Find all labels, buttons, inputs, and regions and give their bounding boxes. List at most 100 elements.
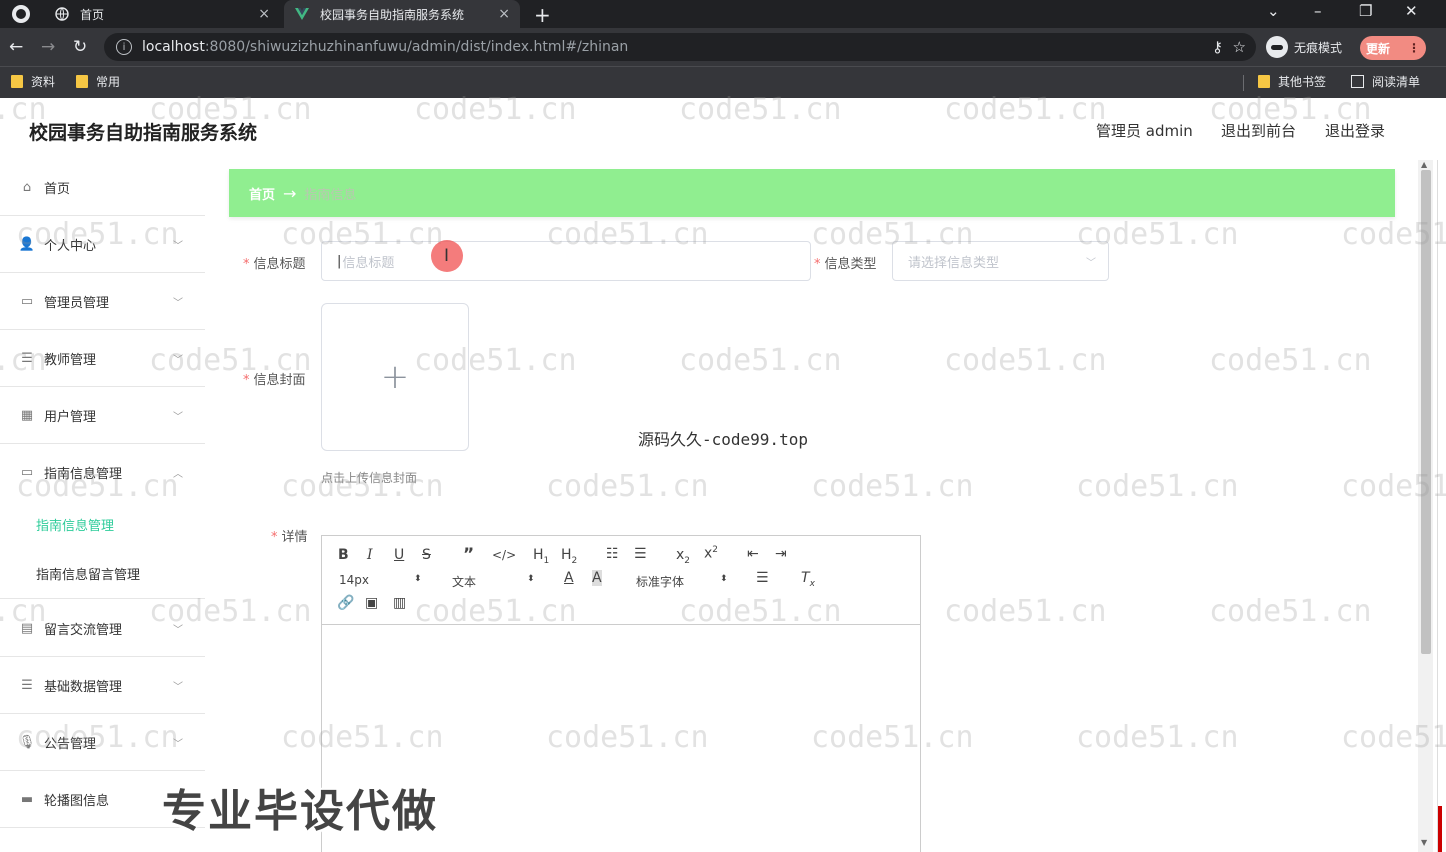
superscript-icon[interactable]: x2	[704, 545, 718, 562]
scroll-up-icon[interactable]: ▲	[1421, 160, 1427, 169]
sidebar-item-users[interactable]: ▦ 用户管理 ﹀	[0, 387, 205, 444]
chevron-down-icon: ﹀	[173, 738, 183, 750]
watermark-text: code51.cn	[944, 343, 1107, 378]
browser-tab-system[interactable]: 校园事务自助指南服务系统 ×	[284, 0, 520, 28]
watermark-text: code51.cn	[679, 343, 842, 378]
cover-uploader[interactable]: +	[321, 303, 469, 451]
h1-icon[interactable]: H1	[533, 547, 549, 566]
reading-list-icon	[1351, 75, 1364, 88]
back-icon[interactable]: ←	[9, 37, 23, 57]
bullet-list-icon[interactable]: ☰	[634, 546, 647, 562]
new-tab-button[interactable]: +	[534, 3, 551, 27]
sidebar-item-guide[interactable]: ▭ 指南信息管理 ︿	[0, 444, 205, 500]
tab-close-icon[interactable]: ×	[498, 6, 510, 22]
browser-toolbar: ← → ↻ i localhost :8080/shiwuzizhuzhinan…	[0, 28, 1446, 66]
video-icon[interactable]: ▥	[393, 595, 406, 611]
type-placeholder: 请选择信息类型	[908, 255, 1000, 271]
code-icon[interactable]: </>	[492, 548, 516, 562]
select-caret-icon: ⬍	[720, 574, 728, 584]
sidebar-item-label: 教师管理	[44, 352, 97, 368]
clear-format-icon[interactable]: Tx	[801, 570, 815, 589]
update-label: 更新	[1365, 41, 1390, 56]
update-button[interactable]: 更新 ⋮	[1360, 36, 1426, 60]
block-type-select[interactable]: 文本	[452, 573, 476, 590]
breadcrumb-home[interactable]: 首页	[249, 184, 275, 203]
admin-icon: ▭	[20, 293, 34, 309]
sidebar-item-teachers[interactable]: ☰ 教师管理 ﹀	[0, 330, 205, 387]
sidebar-item-profile[interactable]: 👤 个人中心 ﹀	[0, 216, 205, 273]
outdent-icon[interactable]: ⇤	[747, 546, 759, 562]
sidebar-item-basedata[interactable]: ☰ 基础数据管理 ﹀	[0, 657, 205, 714]
close-window-icon[interactable]: ✕	[1405, 2, 1418, 20]
incognito-indicator[interactable]: 无痕模式	[1266, 33, 1342, 61]
chrome-menu-icon[interactable]	[12, 5, 30, 23]
guide-icon: ▭	[20, 464, 34, 480]
chevron-up-icon: ︿	[173, 468, 183, 480]
scrollbar-thumb[interactable]	[1421, 170, 1431, 654]
app-title: 校园事务自助指南服务系统	[29, 122, 258, 144]
globe-icon	[54, 6, 70, 22]
watermark-text: code51.cn	[1209, 343, 1372, 378]
italic-icon[interactable]: I	[367, 547, 373, 563]
type-label: * 信息类型	[814, 257, 877, 272]
link-icon[interactable]: 🔗	[337, 595, 354, 611]
browser-tab-home[interactable]: 首页 ×	[44, 0, 280, 28]
watermark-text: code51.cn	[1209, 594, 1372, 629]
sidebar: ⌂ 首页 👤 个人中心 ﹀ ▭ 管理员管理 ﹀ ☰ 教师管理 ﹀ ▦ 用户管理 …	[0, 160, 205, 852]
grid-icon: ▦	[20, 407, 34, 423]
title-input[interactable]: | 信息标题	[321, 241, 811, 281]
tab-close-icon[interactable]: ×	[258, 6, 270, 22]
scroll-down-icon[interactable]: ▼	[1421, 838, 1427, 847]
underline-icon[interactable]: U	[394, 547, 404, 563]
incognito-label: 无痕模式	[1294, 40, 1343, 55]
site-info-icon[interactable]: i	[116, 39, 132, 55]
bookmark-folder[interactable]: 常用	[76, 73, 120, 90]
sidebar-item-home[interactable]: ⌂ 首页	[0, 160, 205, 216]
ordered-list-icon[interactable]: ☷	[606, 546, 619, 562]
font-size-select[interactable]: 14px	[339, 573, 369, 587]
chevron-down-icon: ﹀	[173, 240, 183, 252]
sidebar-item-label: 管理员管理	[44, 295, 110, 311]
list-icon: ☰	[21, 677, 33, 693]
h2-icon[interactable]: H2	[561, 547, 577, 566]
indent-icon[interactable]: ⇥	[775, 546, 787, 562]
url-host: localhost	[142, 39, 205, 55]
exit-to-front-link[interactable]: 退出到前台	[1221, 120, 1296, 141]
sidebar-subitem-guide-info[interactable]: 指南信息管理	[0, 499, 205, 549]
other-bookmarks[interactable]: 其他书签	[1258, 73, 1326, 90]
background-color-icon[interactable]: A	[592, 570, 602, 586]
teacher-icon: ☰	[21, 350, 33, 366]
sidebar-item-notices[interactable]: 🎙 公告管理 ﹀	[0, 714, 205, 771]
app-header: 校园事务自助指南服务系统 管理员 admin 退出到前台 退出登录	[0, 98, 1446, 160]
forward-icon[interactable]: →	[41, 37, 55, 57]
sidebar-item-admins[interactable]: ▭ 管理员管理 ﹀	[0, 273, 205, 330]
bookmark-folder[interactable]: 资料	[11, 73, 55, 90]
bookmark-label: 其他书签	[1278, 75, 1327, 89]
breadcrumb: 首页 → 指南信息	[229, 169, 1395, 217]
restore-icon[interactable]: ❐	[1359, 2, 1372, 20]
address-bar[interactable]: i localhost :8080/shiwuzizhuzhinanfuwu/a…	[104, 33, 1256, 61]
strike-icon[interactable]: S	[422, 547, 431, 563]
blockquote-icon[interactable]: ”	[463, 545, 474, 565]
sidebar-subitem-guide-comments[interactable]: 指南信息留言管理	[0, 549, 205, 599]
key-and-star-icons[interactable]: ⚷ ☆	[1212, 38, 1246, 56]
type-select[interactable]: 请选择信息类型 ﹀	[892, 241, 1109, 281]
plus-icon: +	[380, 357, 410, 397]
reading-list[interactable]: 阅读清单	[1351, 73, 1420, 90]
sidebar-item-messages[interactable]: ▤ 留言交流管理 ﹀	[0, 600, 205, 657]
bold-icon[interactable]: B	[338, 547, 349, 563]
select-caret-icon: ⬍	[527, 574, 535, 584]
chevron-down-icon: ﹀	[173, 681, 183, 693]
minimize-icon[interactable]: –	[1314, 2, 1322, 20]
browser-tabbar: 首页 × 校园事务自助指南服务系统 × + ⌄ – ❐ ✕	[0, 0, 1446, 28]
chevron-down-icon: ﹀	[173, 411, 183, 423]
font-color-icon[interactable]: A	[564, 570, 574, 586]
font-family-select[interactable]: 标准字体	[636, 573, 684, 590]
image-icon[interactable]: ▣	[365, 595, 378, 611]
promo-stamp: 专业毕设代做	[162, 786, 438, 837]
reload-icon[interactable]: ↻	[73, 37, 87, 57]
tab-search-icon[interactable]: ⌄	[1267, 2, 1280, 20]
subscript-icon[interactable]: x2	[676, 547, 690, 566]
align-icon[interactable]: ☰	[756, 570, 769, 586]
logout-link[interactable]: 退出登录	[1325, 120, 1385, 141]
